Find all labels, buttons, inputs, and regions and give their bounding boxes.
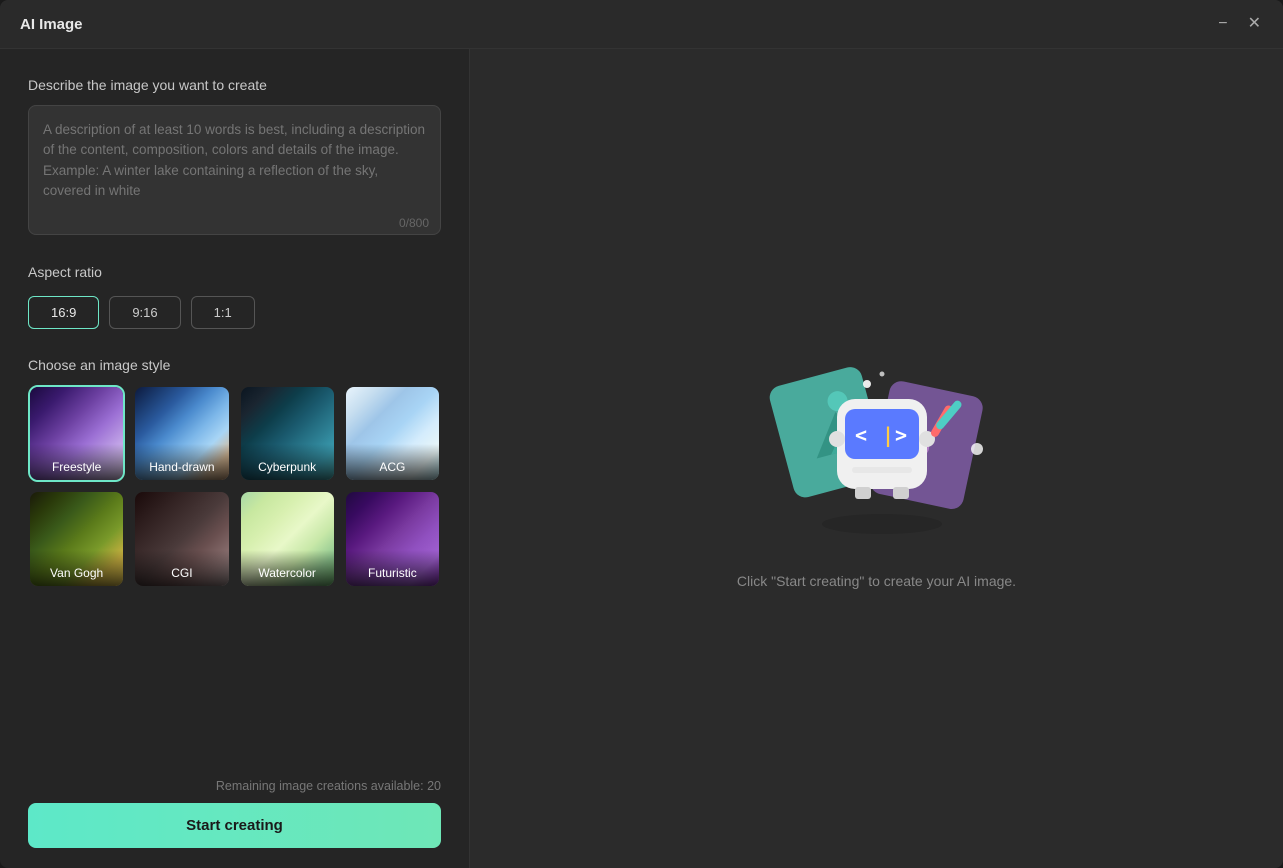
style-futuristic[interactable]: Futuristic <box>344 490 441 587</box>
style-cgi[interactable]: CGI <box>133 490 230 587</box>
bottom-area: Remaining image creations available: 20 … <box>28 763 441 848</box>
char-count: 0/800 <box>399 216 429 230</box>
style-label-freestyle: Freestyle <box>30 444 123 480</box>
start-creating-button[interactable]: Start creating <box>28 803 441 848</box>
style-handdrawn[interactable]: Hand-drawn <box>133 385 230 482</box>
close-button[interactable]: ✕ <box>1246 14 1263 34</box>
styles-grid: Freestyle Hand-drawn Cyberpunk ACG Van G… <box>28 385 441 588</box>
prompt-textarea[interactable] <box>28 105 441 235</box>
style-vangogh[interactable]: Van Gogh <box>28 490 125 587</box>
style-freestyle[interactable]: Freestyle <box>28 385 125 482</box>
svg-text:|: | <box>882 423 894 447</box>
robot-illustration: < | > <box>737 329 1017 549</box>
style-label-handdrawn: Hand-drawn <box>135 444 228 480</box>
remaining-text: Remaining image creations available: 20 <box>28 779 441 793</box>
main-content: Describe the image you want to create 0/… <box>0 49 1283 868</box>
describe-label: Describe the image you want to create <box>28 77 441 93</box>
style-label-cgi: CGI <box>135 550 228 586</box>
style-acg[interactable]: ACG <box>344 385 441 482</box>
style-label-watercolor: Watercolor <box>241 550 334 586</box>
style-label: Choose an image style <box>28 357 441 373</box>
svg-text:>: > <box>895 423 907 447</box>
svg-text:<: < <box>855 423 867 447</box>
window-controls: − ✕ <box>1216 14 1263 34</box>
right-panel: < | > Click "St <box>470 49 1283 868</box>
style-label-acg: ACG <box>346 444 439 480</box>
style-watercolor[interactable]: Watercolor <box>239 490 336 587</box>
style-label-cyberpunk: Cyberpunk <box>241 444 334 480</box>
aspect-btn-9-16[interactable]: 9:16 <box>109 296 180 329</box>
window-title: AI Image <box>20 16 83 33</box>
aspect-btn-1-1[interactable]: 1:1 <box>191 296 255 329</box>
titlebar: AI Image − ✕ <box>0 0 1283 49</box>
style-label-futuristic: Futuristic <box>346 550 439 586</box>
app-window: AI Image − ✕ Describe the image you want… <box>0 0 1283 868</box>
aspect-ratio-group: 16:9 9:16 1:1 <box>28 296 441 329</box>
prompt-wrapper: 0/800 <box>28 105 441 240</box>
aspect-btn-16-9[interactable]: 16:9 <box>28 296 99 329</box>
style-cyberpunk[interactable]: Cyberpunk <box>239 385 336 482</box>
style-label-vangogh: Van Gogh <box>30 550 123 586</box>
hint-text: Click "Start creating" to create your AI… <box>737 573 1016 589</box>
left-panel: Describe the image you want to create 0/… <box>0 49 470 868</box>
aspect-ratio-label: Aspect ratio <box>28 264 441 280</box>
minimize-button[interactable]: − <box>1216 14 1229 34</box>
